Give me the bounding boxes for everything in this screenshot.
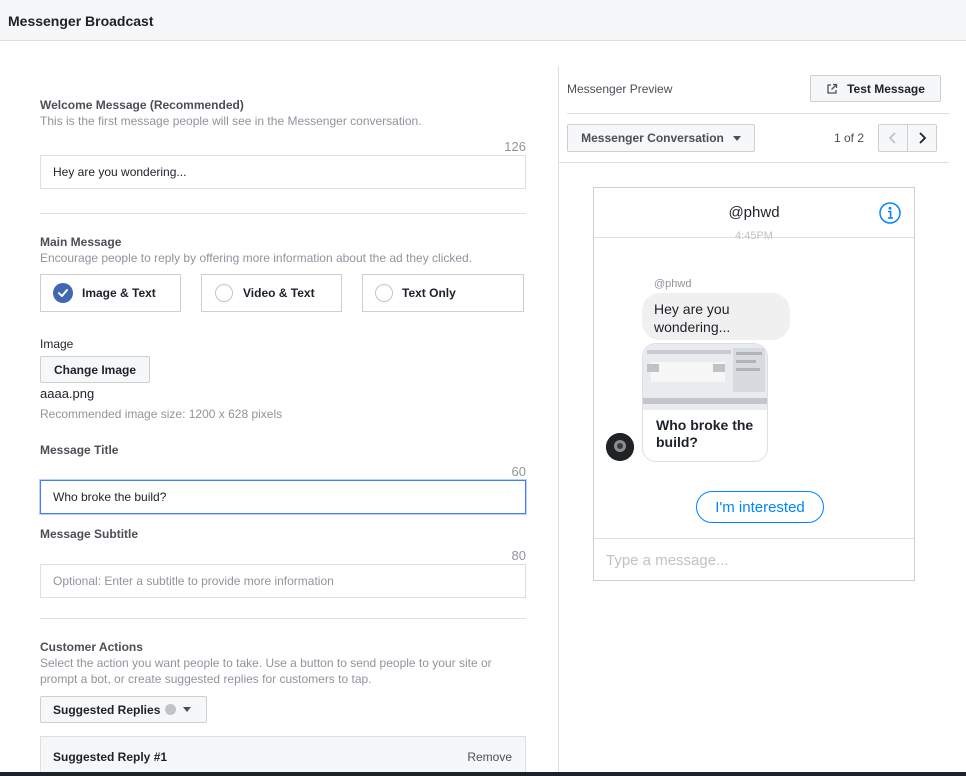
card-title-line: build?: [656, 434, 698, 450]
dropdown-label: Suggested Replies: [53, 702, 161, 717]
chevron-right-icon: [919, 132, 927, 144]
suggested-reply-panel: Suggested Reply #1 Remove: [40, 736, 526, 776]
section-divider: [40, 213, 526, 214]
next-button[interactable]: [907, 124, 937, 152]
image-filename: aaaa.png: [40, 386, 95, 401]
chevron-left-icon: [888, 132, 896, 144]
dropdown-label: Messenger Conversation: [581, 131, 724, 145]
welcome-message-input[interactable]: Hey are you wondering...: [40, 155, 526, 189]
suggested-reply-title: Suggested Reply #1: [53, 750, 168, 764]
message-title-label: Message Title: [40, 443, 119, 457]
caret-down-icon: [732, 135, 741, 141]
preview-label: Messenger Preview: [567, 82, 673, 96]
welcome-hint: This is the first message people will se…: [40, 114, 422, 128]
previous-button[interactable]: [878, 124, 908, 152]
title-counter: 60: [511, 464, 526, 479]
avatar: [606, 433, 634, 461]
option-text-only[interactable]: Text Only: [362, 274, 524, 312]
welcome-bubble: Hey are you wondering...: [642, 293, 790, 340]
suggested-replies-dropdown[interactable]: Suggested Replies: [40, 696, 207, 723]
change-image-button[interactable]: Change Image: [40, 356, 150, 383]
option-label: Image & Text: [82, 286, 156, 300]
pager-text: 1 of 2: [834, 131, 865, 145]
chat-timestamp: 4:45PM: [735, 230, 773, 239]
top-bar: Messenger Broadcast: [0, 0, 966, 41]
card-title: Who broke the build?: [656, 417, 753, 451]
message-title-input[interactable]: Who broke the build?: [40, 480, 526, 514]
option-image-text[interactable]: Image & Text: [40, 274, 181, 312]
option-label: Video & Text: [243, 286, 315, 300]
test-message-button[interactable]: Test Message: [810, 75, 941, 102]
welcome-counter: 126: [504, 139, 526, 154]
checkmark-icon: [53, 283, 73, 303]
avatar-image: [606, 433, 634, 461]
radio-circle-icon: [375, 284, 393, 302]
info-icon[interactable]: [879, 202, 901, 224]
image-label: Image: [40, 337, 74, 351]
main-message-hint: Encourage people to reply by offering mo…: [40, 251, 473, 265]
info-icon: [165, 704, 177, 715]
message-composer-input[interactable]: Type a message...: [606, 552, 729, 569]
quick-reply-button[interactable]: I'm interested: [696, 491, 824, 523]
messenger-preview-frame: @phwd 4:45PM @phwd Hey are you wondering…: [593, 187, 915, 581]
column-divider: [558, 66, 559, 776]
image-size-hint: Recommended image size: 1200 x 628 pixel…: [40, 407, 283, 421]
conversation-dropdown[interactable]: Messenger Conversation: [567, 124, 755, 152]
external-link-icon: [827, 83, 838, 94]
message-subtitle-input[interactable]: Optional: Enter a subtitle to provide mo…: [40, 564, 526, 598]
radio-circle-icon: [215, 284, 233, 302]
caret-down-icon: [183, 707, 192, 712]
card-image: [643, 344, 767, 410]
bubble-line: wondering...: [654, 319, 731, 335]
preview-divider: [567, 113, 949, 114]
test-message-label: Test Message: [847, 81, 925, 96]
customer-actions-hint-2: prompt a bot, or create suggested replie…: [40, 672, 372, 686]
chat-page-name: @phwd: [728, 204, 780, 221]
card-image-thumbnail: [643, 344, 767, 410]
customer-actions-label: Customer Actions: [40, 640, 143, 654]
customer-actions-hint-1: Select the action you want people to tak…: [40, 656, 492, 670]
option-video-text[interactable]: Video & Text: [201, 274, 342, 312]
section-divider: [40, 618, 526, 619]
composer-divider: [594, 538, 914, 539]
preview-divider: [558, 162, 949, 163]
welcome-label: Welcome Message (Recommended): [40, 98, 244, 112]
main-message-label: Main Message: [40, 235, 122, 249]
page-title: Messenger Broadcast: [8, 13, 154, 29]
bubble-line: Hey are you: [654, 301, 730, 317]
card-title-line: Who broke the: [656, 417, 754, 433]
option-label: Text Only: [402, 286, 456, 300]
generic-card[interactable]: Who broke the build?: [642, 343, 768, 462]
message-subtitle-label: Message Subtitle: [40, 527, 139, 541]
chat-sender-name: @phwd: [654, 278, 692, 290]
subtitle-counter: 80: [511, 548, 526, 563]
bottom-edge: [0, 772, 966, 776]
remove-link[interactable]: Remove: [467, 750, 512, 764]
